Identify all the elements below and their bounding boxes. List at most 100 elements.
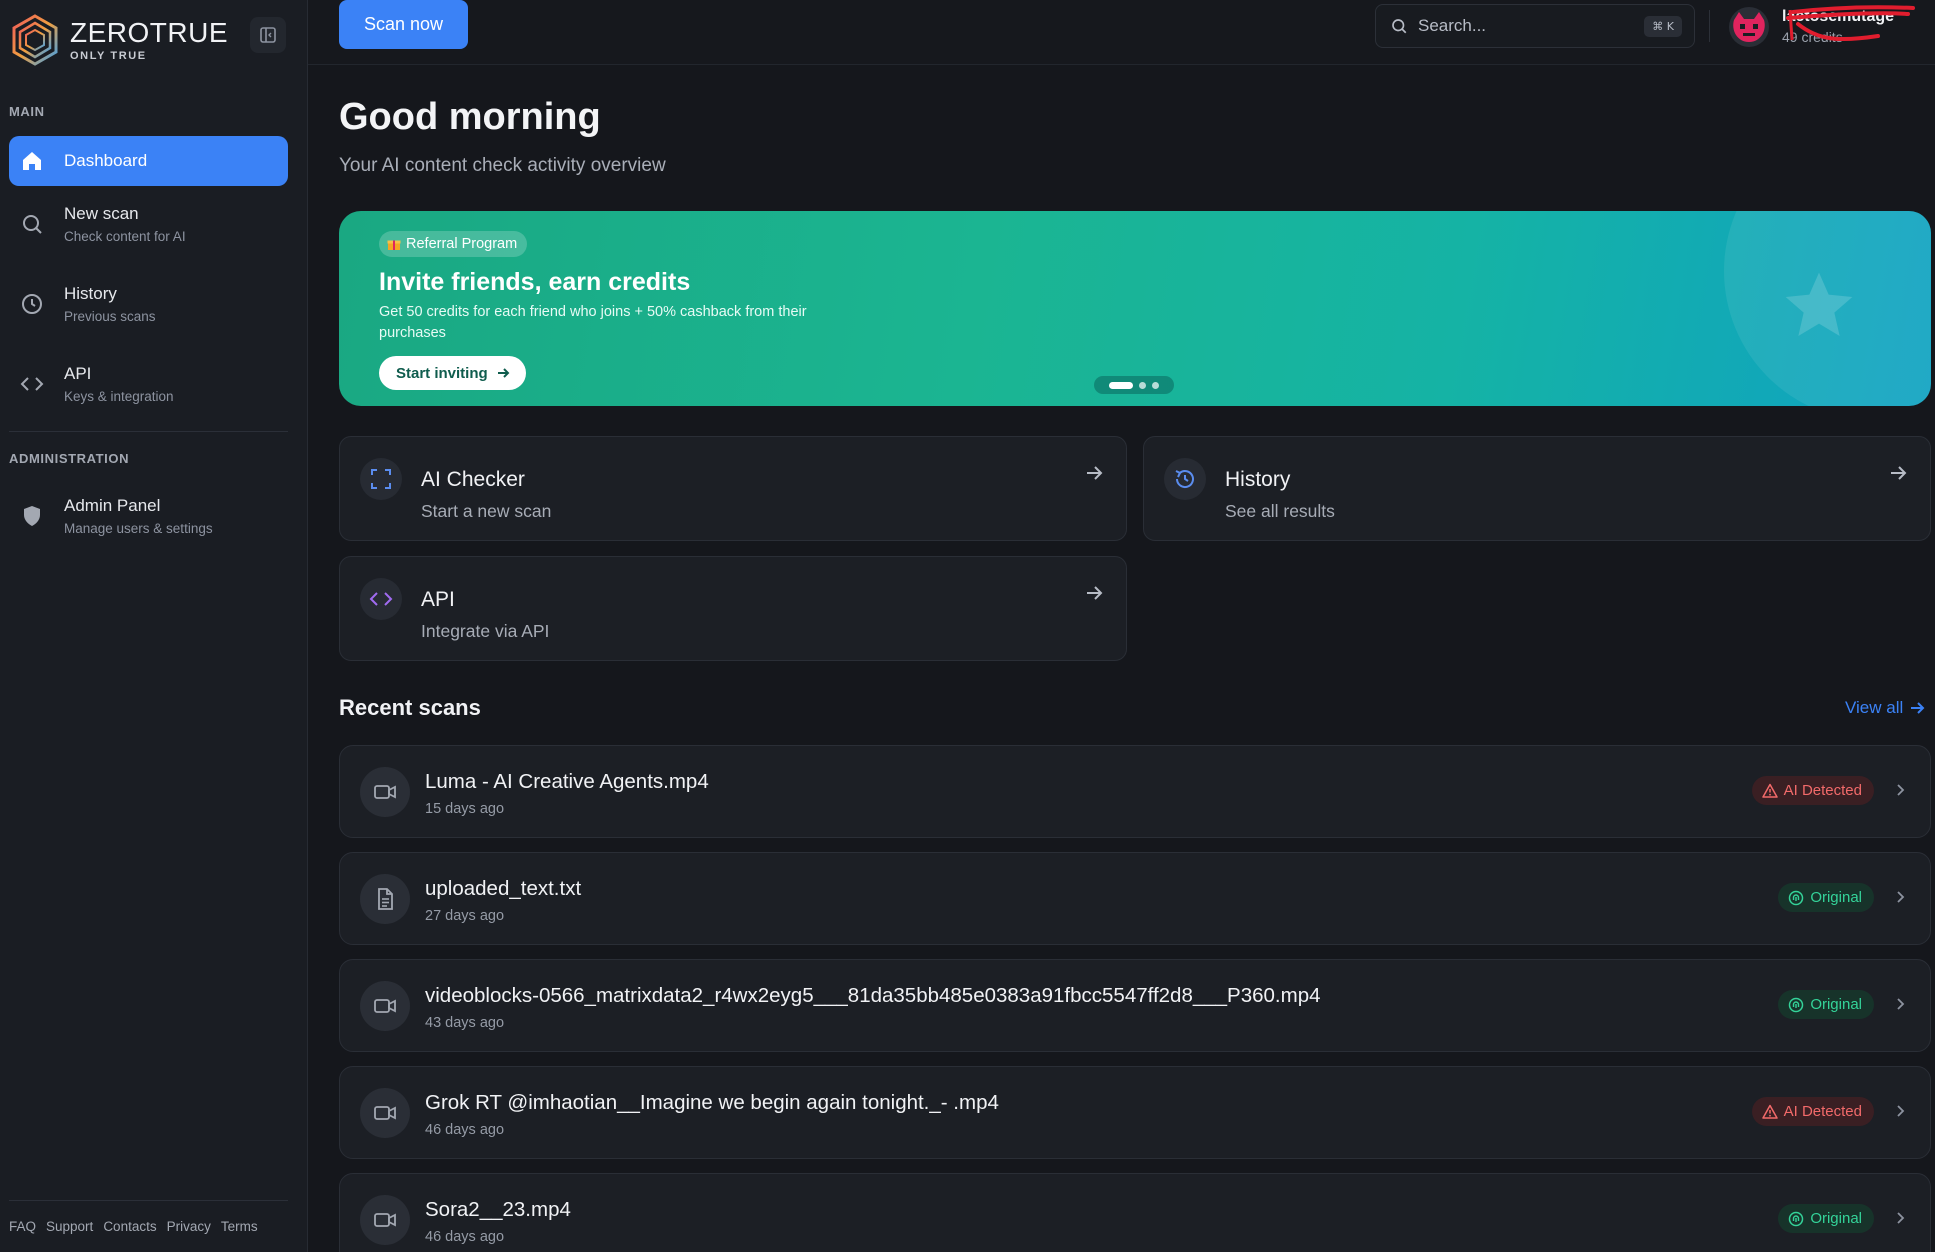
- search-shortcut: ⌘ K: [1644, 15, 1682, 37]
- brand-tagline: ONLY TRUE: [70, 49, 147, 62]
- recent-scans-title: Recent scans: [339, 695, 481, 720]
- carousel-dot-2[interactable]: [1139, 381, 1146, 389]
- sidebar-item-history[interactable]: History Previous scans: [9, 284, 288, 324]
- main-section-label: MAIN: [9, 104, 45, 119]
- scan-row[interactable]: uploaded_text.txt 27 days ago Original: [339, 852, 1931, 945]
- video-icon: [360, 981, 410, 1031]
- document-icon: [360, 874, 410, 924]
- scan-time: 46 days ago: [425, 1122, 505, 1138]
- scan-time: 46 days ago: [425, 1229, 505, 1245]
- scan-file-name: uploaded_text.txt: [425, 877, 582, 900]
- carousel-dot-3[interactable]: [1152, 381, 1159, 389]
- chevron-right-icon: [1892, 782, 1908, 798]
- scan-file-name: Sora2__23.mp4: [425, 1198, 571, 1221]
- arrow-right-icon: [1084, 463, 1104, 483]
- footer-divider: [9, 1200, 288, 1201]
- redaction-scribble: [1786, 5, 1915, 42]
- topbar-separator: [1709, 10, 1710, 42]
- scan-file-name: videoblocks-0566_matrixdata2_r4wx2eyg5__…: [425, 984, 1321, 1007]
- arrow-right-icon: [1084, 583, 1104, 603]
- scan-row[interactable]: videoblocks-0566_matrixdata2_r4wx2eyg5__…: [339, 959, 1931, 1052]
- sidebar-item-new-scan[interactable]: New scan Check content for AI: [9, 204, 288, 244]
- card-title: AI Checker: [421, 468, 525, 491]
- star-icon: [1785, 272, 1853, 336]
- warning-icon: [1761, 1104, 1778, 1120]
- status-label: Original: [1810, 889, 1862, 906]
- scan-row[interactable]: Luma - AI Creative Agents.mp4 15 days ag…: [339, 745, 1931, 838]
- card-title: API: [421, 588, 455, 611]
- sidebar-toggle-icon: [260, 27, 276, 43]
- code-icon: [9, 372, 55, 396]
- card-subtitle: See all results: [1225, 501, 1335, 521]
- footer-link-faq[interactable]: FAQ: [9, 1219, 36, 1234]
- sidebar-item-sublabel: Check content for AI: [64, 229, 186, 244]
- status-badge: Original: [1778, 883, 1874, 912]
- fingerprint-icon: [1788, 890, 1804, 906]
- sidebar-item-api[interactable]: API Keys & integration: [9, 364, 288, 404]
- zerotrue-logo-icon: [12, 14, 58, 66]
- code-icon: [360, 578, 402, 620]
- view-all-link[interactable]: View all: [1845, 698, 1925, 718]
- warning-icon: [1761, 783, 1778, 799]
- admin-section-label: ADMINISTRATION: [9, 451, 130, 466]
- history-card[interactable]: History See all results: [1143, 436, 1931, 541]
- scan-now-button[interactable]: Scan now: [339, 0, 468, 49]
- sidebar-item-label: History: [64, 284, 117, 303]
- status-label: Original: [1810, 996, 1862, 1013]
- search-icon: [9, 212, 55, 236]
- footer-link-contacts[interactable]: Contacts: [103, 1219, 156, 1234]
- search-input[interactable]: [1418, 16, 1628, 36]
- video-icon: [360, 1195, 410, 1245]
- footer-link-privacy[interactable]: Privacy: [167, 1219, 211, 1234]
- status-label: AI Detected: [1783, 1103, 1862, 1120]
- banner-description: Get 50 credits for each friend who joins…: [379, 304, 807, 341]
- sidebar-item-sublabel: Manage users & settings: [64, 521, 213, 536]
- scan-row[interactable]: Grok RT @imhaotian__Imagine we begin aga…: [339, 1066, 1931, 1159]
- carousel-dots: [1094, 376, 1174, 394]
- banner-title: Invite friends, earn credits: [379, 268, 691, 296]
- footer-link-support[interactable]: Support: [46, 1219, 93, 1234]
- video-icon: [360, 1088, 410, 1138]
- start-inviting-button[interactable]: Start inviting: [379, 356, 526, 390]
- brand-name: ZEROTRUE: [70, 16, 228, 48]
- avatar: [1729, 7, 1769, 47]
- scan-time: 27 days ago: [425, 908, 505, 924]
- arrow-right-icon: [1888, 463, 1908, 483]
- arrow-right-icon: [496, 366, 510, 380]
- scan-icon: [360, 458, 402, 500]
- chevron-right-icon: [1892, 996, 1908, 1012]
- card-title: History: [1225, 468, 1291, 491]
- footer-link-terms[interactable]: Terms: [221, 1219, 258, 1234]
- scan-row[interactable]: Sora2__23.mp4 46 days ago Original: [339, 1173, 1931, 1252]
- brand[interactable]: ZEROTRUE ONLY TRUE: [10, 14, 228, 66]
- fingerprint-icon: [1788, 1211, 1804, 1227]
- status-badge: AI Detected: [1751, 1097, 1874, 1126]
- sidebar-item-dashboard[interactable]: Dashboard: [9, 136, 288, 186]
- chevron-right-icon: [1892, 1210, 1908, 1226]
- sidebar-item-sublabel: Previous scans: [64, 309, 156, 324]
- shield-icon: [9, 504, 55, 528]
- sidebar-item-admin-panel[interactable]: Admin Panel Manage users & settings: [9, 496, 288, 536]
- chevron-right-icon: [1892, 889, 1908, 905]
- status-badge: Original: [1778, 1204, 1874, 1233]
- search-box[interactable]: ⌘ K: [1375, 4, 1695, 48]
- collapse-sidebar-button[interactable]: [250, 17, 286, 53]
- video-icon: [360, 767, 410, 817]
- fingerprint-icon: [1788, 997, 1804, 1013]
- referral-badge-label: Referral Program: [406, 236, 518, 252]
- api-card[interactable]: API Integrate via API: [339, 556, 1127, 661]
- card-subtitle: Start a new scan: [421, 501, 552, 521]
- ai-checker-card[interactable]: AI Checker Start a new scan: [339, 436, 1127, 541]
- footer-links: FAQ Support Contacts Privacy Terms: [9, 1219, 258, 1234]
- sidebar-item-label: Dashboard: [64, 151, 148, 170]
- scan-time: 15 days ago: [425, 801, 505, 817]
- scan-time: 43 days ago: [425, 1015, 505, 1031]
- status-badge: Original: [1778, 990, 1874, 1019]
- clock-icon: [9, 292, 55, 316]
- card-subtitle: Integrate via API: [421, 621, 550, 641]
- sidebar-item-label: Admin Panel: [64, 496, 161, 515]
- carousel-dot-1[interactable]: [1109, 381, 1133, 389]
- scan-file-name: Luma - AI Creative Agents.mp4: [425, 770, 709, 793]
- gift-icon: [387, 237, 401, 251]
- history-icon: [1164, 458, 1206, 500]
